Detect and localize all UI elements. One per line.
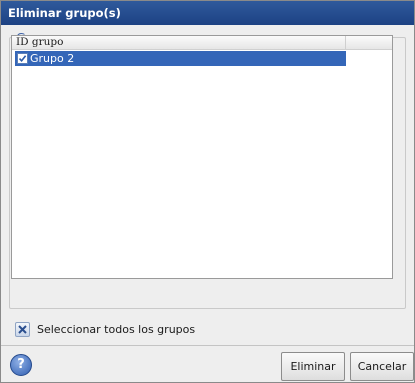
select-all-label: Seleccionar todos los grupos	[37, 323, 196, 336]
row-checkbox[interactable]	[17, 53, 28, 64]
help-icon[interactable]: ?	[10, 354, 32, 376]
dialog-title: Eliminar grupo(s)	[1, 1, 414, 25]
check-icon	[18, 55, 27, 63]
list-header: ID grupo	[12, 36, 392, 50]
row-label: Grupo 2	[30, 52, 75, 65]
groups-list[interactable]: ID grupo Grupo 2	[11, 35, 393, 279]
select-all-checkbox[interactable]	[15, 322, 30, 337]
column-header-group-id[interactable]: ID grupo	[12, 36, 346, 49]
cancel-button[interactable]: Cancelar	[350, 352, 414, 381]
delete-groups-dialog: Eliminar grupo(s) Grupos: ID grupo Grupo…	[0, 0, 415, 383]
delete-button[interactable]: Eliminar	[281, 352, 345, 381]
footer-divider	[1, 345, 414, 346]
x-mark-icon	[18, 325, 27, 334]
list-item[interactable]: Grupo 2	[15, 51, 346, 66]
